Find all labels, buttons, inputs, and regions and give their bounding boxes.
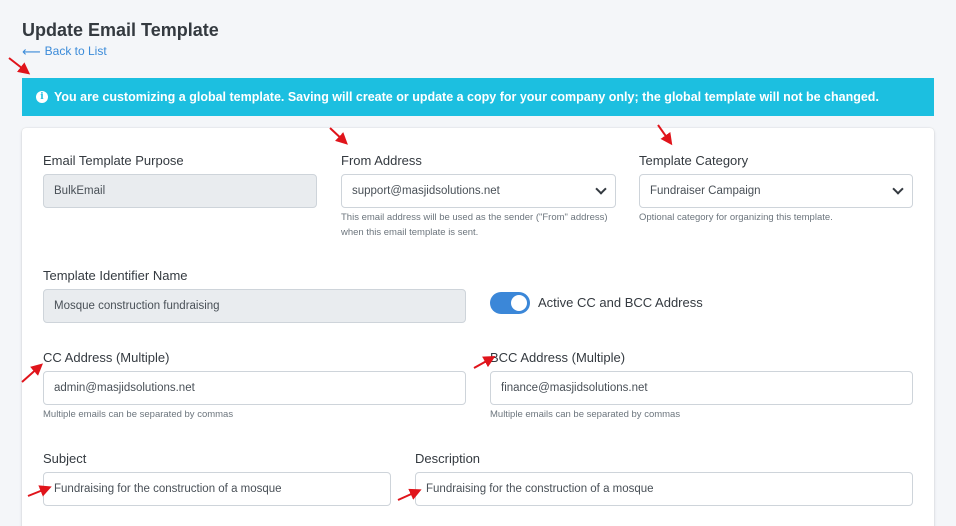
arrow-description [397,488,422,501]
arrow-cc [21,363,43,383]
arrow-alert [8,57,31,75]
arrow-bcc [473,356,496,369]
arrow-from-address [329,127,348,145]
annotation-arrows [8,57,673,501]
arrow-subject [27,485,52,497]
arrow-category [657,124,673,146]
